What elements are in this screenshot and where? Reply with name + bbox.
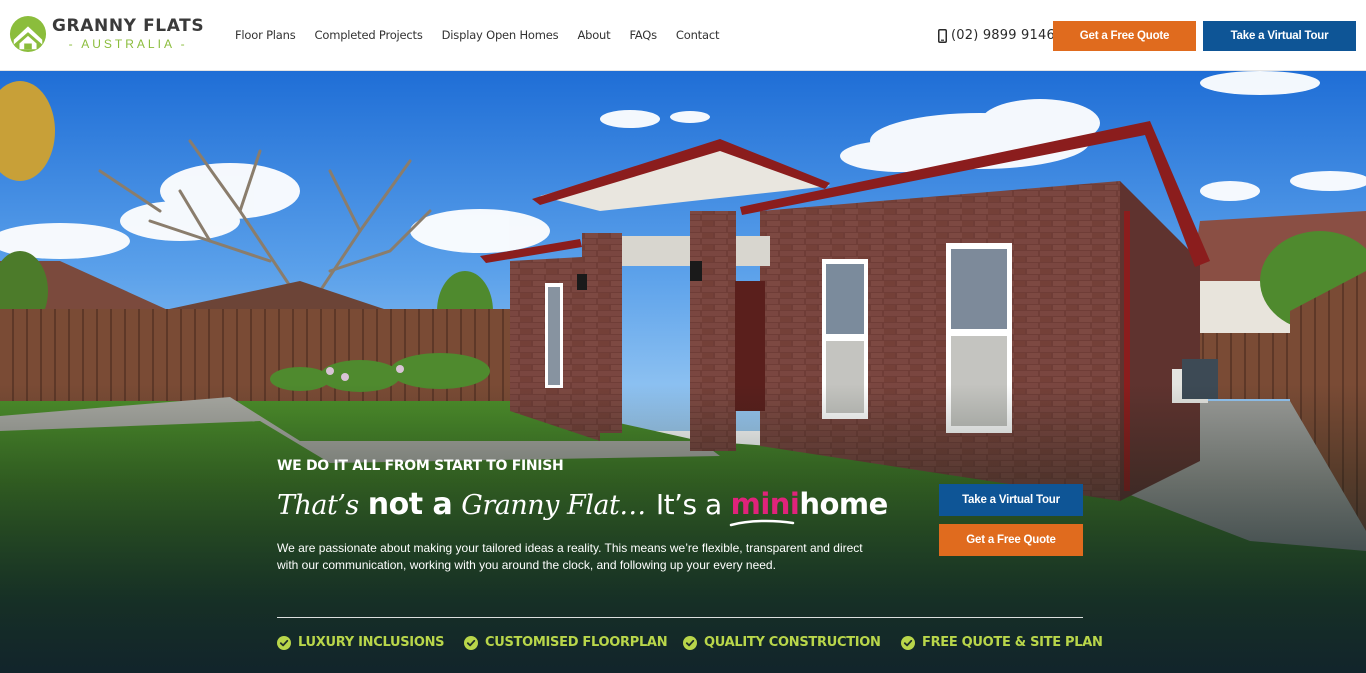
headline-home: home [799, 487, 888, 521]
feature-quality-construction: QUALITY CONSTRUCTION [683, 635, 881, 650]
headline-its-a: It’s a [655, 488, 722, 521]
main-nav: Floor Plans Completed Projects Display O… [235, 28, 738, 42]
house-roof-logo-icon [9, 15, 47, 53]
nav-floor-plans[interactable]: Floor Plans [235, 28, 296, 42]
headline-mini: mini [729, 487, 800, 527]
feature-label: QUALITY CONSTRUCTION [704, 635, 881, 650]
feature-list: LUXURY INCLUSIONS CUSTOMISED FLOORPLAN Q… [277, 635, 1103, 653]
hero-headline: That’s not a Granny Flat… It’s a mini ho… [277, 487, 888, 527]
feature-free-quote-site-plan: FREE QUOTE & SITE PLAN [901, 635, 1103, 650]
hero-dark-overlay [0, 71, 1366, 673]
hero-quote-button[interactable]: Get a Free Quote [939, 524, 1083, 556]
check-circle-icon [464, 635, 478, 650]
check-circle-icon [683, 635, 697, 650]
hero-divider [277, 617, 1083, 618]
brand-name: GRANNY FLATS [52, 16, 205, 36]
headline-thats: That’s [277, 490, 359, 521]
header-tour-button[interactable]: Take a Virtual Tour [1203, 21, 1356, 51]
site-header: GRANNY FLATS - AUSTRALIA - Floor Plans C… [0, 0, 1366, 71]
nav-about[interactable]: About [577, 28, 610, 42]
feature-luxury-inclusions: LUXURY INCLUSIONS [277, 635, 445, 650]
logo[interactable]: GRANNY FLATS - AUSTRALIA - [9, 15, 204, 53]
nav-faqs[interactable]: FAQs [629, 28, 657, 42]
check-circle-icon [901, 635, 915, 650]
hero-tour-button[interactable]: Take a Virtual Tour [939, 484, 1083, 516]
hero-intro-text: We are passionate about making your tail… [277, 541, 863, 572]
feature-label: CUSTOMISED FLOORPLAN [485, 635, 668, 650]
hero-eyebrow: WE DO IT ALL FROM START TO FINISH [277, 458, 564, 474]
nav-display-open-homes[interactable]: Display Open Homes [442, 28, 559, 42]
check-circle-icon [277, 635, 291, 650]
phone-number: (02) 9899 9146 [951, 28, 1055, 43]
phone-link[interactable]: (02) 9899 9146 [938, 28, 1055, 43]
headline-not-a: not a [367, 487, 453, 522]
mobile-phone-icon [938, 28, 947, 43]
nav-contact[interactable]: Contact [676, 28, 720, 42]
brush-underline-icon [729, 519, 794, 527]
headline-mini-text: mini [730, 487, 800, 521]
feature-label: LUXURY INCLUSIONS [298, 635, 445, 650]
feature-customised-floorplan: CUSTOMISED FLOORPLAN [464, 635, 668, 650]
header-quote-button[interactable]: Get a Free Quote [1053, 21, 1196, 51]
headline-granny-flat: Granny Flat… [461, 490, 646, 521]
feature-label: FREE QUOTE & SITE PLAN [922, 635, 1103, 650]
brand-tagline: - AUSTRALIA - [68, 37, 188, 51]
nav-completed-projects[interactable]: Completed Projects [315, 28, 423, 42]
hero-section: WE DO IT ALL FROM START TO FINISH That’s… [0, 71, 1366, 673]
